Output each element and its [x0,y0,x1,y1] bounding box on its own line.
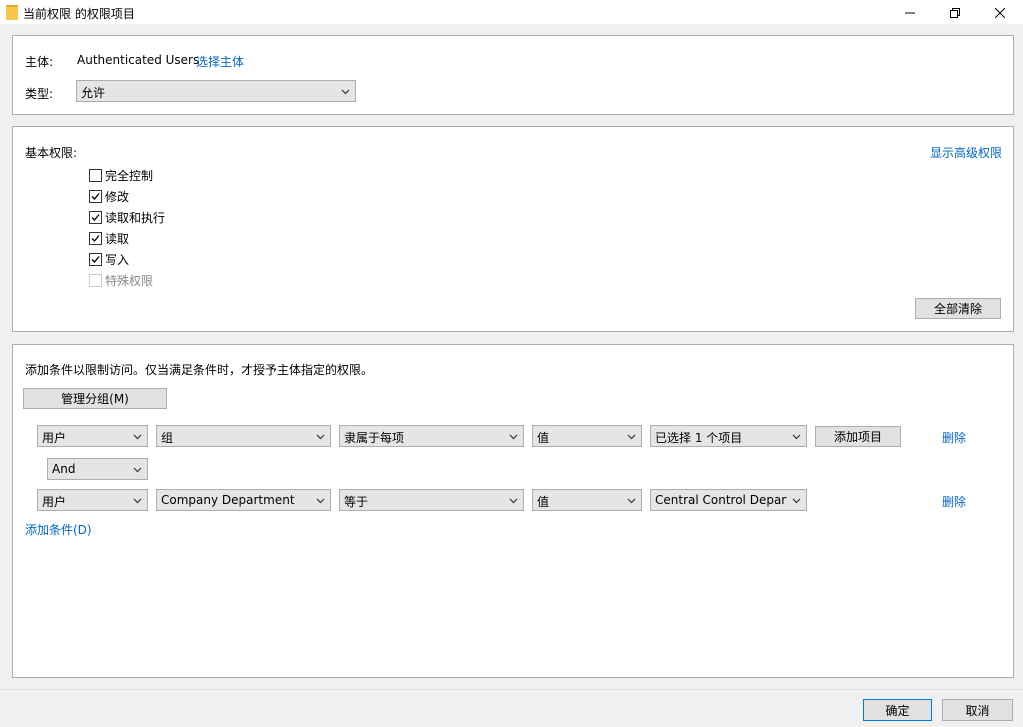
chevron-down-icon [133,498,142,504]
show-advanced-permissions-link[interactable]: 显示高级权限 [930,144,1002,161]
condition-attribute-select[interactable]: Company Department [156,489,331,511]
permission-full-control[interactable]: 完全控制 [89,167,153,183]
chevron-down-icon [133,467,142,473]
manage-groups-button[interactable]: 管理分组(M) [23,388,167,409]
chevron-down-icon [627,498,636,504]
checkbox[interactable] [89,252,102,266]
checkbox[interactable] [89,168,102,182]
select-value: 用户 [42,431,67,445]
checkmark-icon [91,192,100,200]
remove-condition-link[interactable]: 删除 [942,493,966,510]
folder-icon [6,5,18,20]
condition-value-type-select[interactable]: 值 [532,425,642,447]
condition-operator-select[interactable]: 隶属于每项 [339,425,524,447]
type-label: 类型: [25,87,54,101]
condition-value-select[interactable]: 已选择 1 个项目 [650,425,807,447]
select-principal-link[interactable]: 选择主体 [196,53,244,70]
close-button[interactable] [977,0,1023,25]
select-value: 用户 [42,495,67,509]
principal-value: Authenticated Users [77,53,200,67]
title-bar: 当前权限 的权限项目 [0,0,1023,25]
type-select-value: 允许 [81,86,106,100]
chevron-down-icon [792,498,801,504]
principal-label: 主体: [25,55,54,69]
checkmark-icon [91,213,100,221]
select-value: 值 [537,495,550,509]
chevron-down-icon [133,434,142,440]
permission-read[interactable]: 读取 [89,230,129,246]
checkbox [89,273,102,287]
cancel-button[interactable]: 取消 [942,699,1013,721]
permission-label: 特殊权限 [105,273,154,288]
checkmark-icon [91,234,100,242]
permission-label: 读取和执行 [105,210,166,225]
chevron-down-icon [316,434,325,440]
permission-label: 读取 [105,231,130,246]
chevron-down-icon [316,498,325,504]
restore-button[interactable] [932,0,978,25]
select-value: And [52,462,76,476]
condition-value-input[interactable]: Central Control Departmε [650,489,807,511]
condition-value-type-select[interactable]: 值 [532,489,642,511]
condition-operator-select[interactable]: 等于 [339,489,524,511]
condition-subject-select[interactable]: 用户 [37,425,148,447]
select-value: 隶属于每项 [344,431,405,445]
checkbox[interactable] [89,189,102,203]
restore-icon [950,7,960,18]
minimize-button[interactable] [887,0,933,25]
window-title: 当前权限 的权限项目 [23,7,135,21]
checkbox[interactable] [89,231,102,245]
checkmark-icon [91,255,100,263]
chevron-down-icon [509,434,518,440]
chevron-down-icon [792,434,801,440]
conditions-panel: 添加条件以限制访问。仅当满足条件时，才授予主体指定的权限。 管理分组(M) 用户… [12,344,1014,678]
select-value: 值 [537,431,550,445]
condition-subject-select[interactable]: 用户 [37,489,148,511]
minimize-icon [905,12,915,13]
basic-permissions-panel: 基本权限: 显示高级权限 完全控制 修改 读取和执行 读取 写入 特殊权限 全部… [12,126,1014,332]
permission-read-execute[interactable]: 读取和执行 [89,209,165,225]
footer-divider [0,689,1023,690]
condition-connector-select[interactable]: And [47,458,148,480]
permission-modify[interactable]: 修改 [89,188,129,204]
condition-attribute-select[interactable]: 组 [156,425,331,447]
chevron-down-icon [341,89,350,95]
type-select[interactable]: 允许 [76,80,356,102]
permission-special: 特殊权限 [89,272,153,288]
checkbox[interactable] [89,210,102,224]
permission-label: 完全控制 [105,168,154,183]
remove-condition-link[interactable]: 删除 [942,429,966,446]
permission-label: 修改 [105,189,130,204]
chevron-down-icon [509,498,518,504]
select-value: 已选择 1 个项目 [655,431,743,445]
clear-all-button[interactable]: 全部清除 [915,298,1001,319]
select-value: Central Control Departmε [655,493,787,507]
chevron-down-icon [627,434,636,440]
permission-write[interactable]: 写入 [89,251,129,267]
close-icon [995,7,1005,18]
permission-label: 写入 [105,252,130,267]
add-items-button[interactable]: 添加项目 [815,426,901,447]
add-condition-link[interactable]: 添加条件(D) [25,521,92,538]
principal-panel: 主体: Authenticated Users 选择主体 类型: 允许 [12,35,1014,115]
select-value: 组 [161,431,174,445]
select-value: 等于 [344,495,369,509]
basic-permissions-label: 基本权限: [25,146,78,160]
select-value: Company Department [161,493,295,507]
ok-button[interactable]: 确定 [863,699,932,721]
conditions-description: 添加条件以限制访问。仅当满足条件时，才授予主体指定的权限。 [25,363,374,377]
